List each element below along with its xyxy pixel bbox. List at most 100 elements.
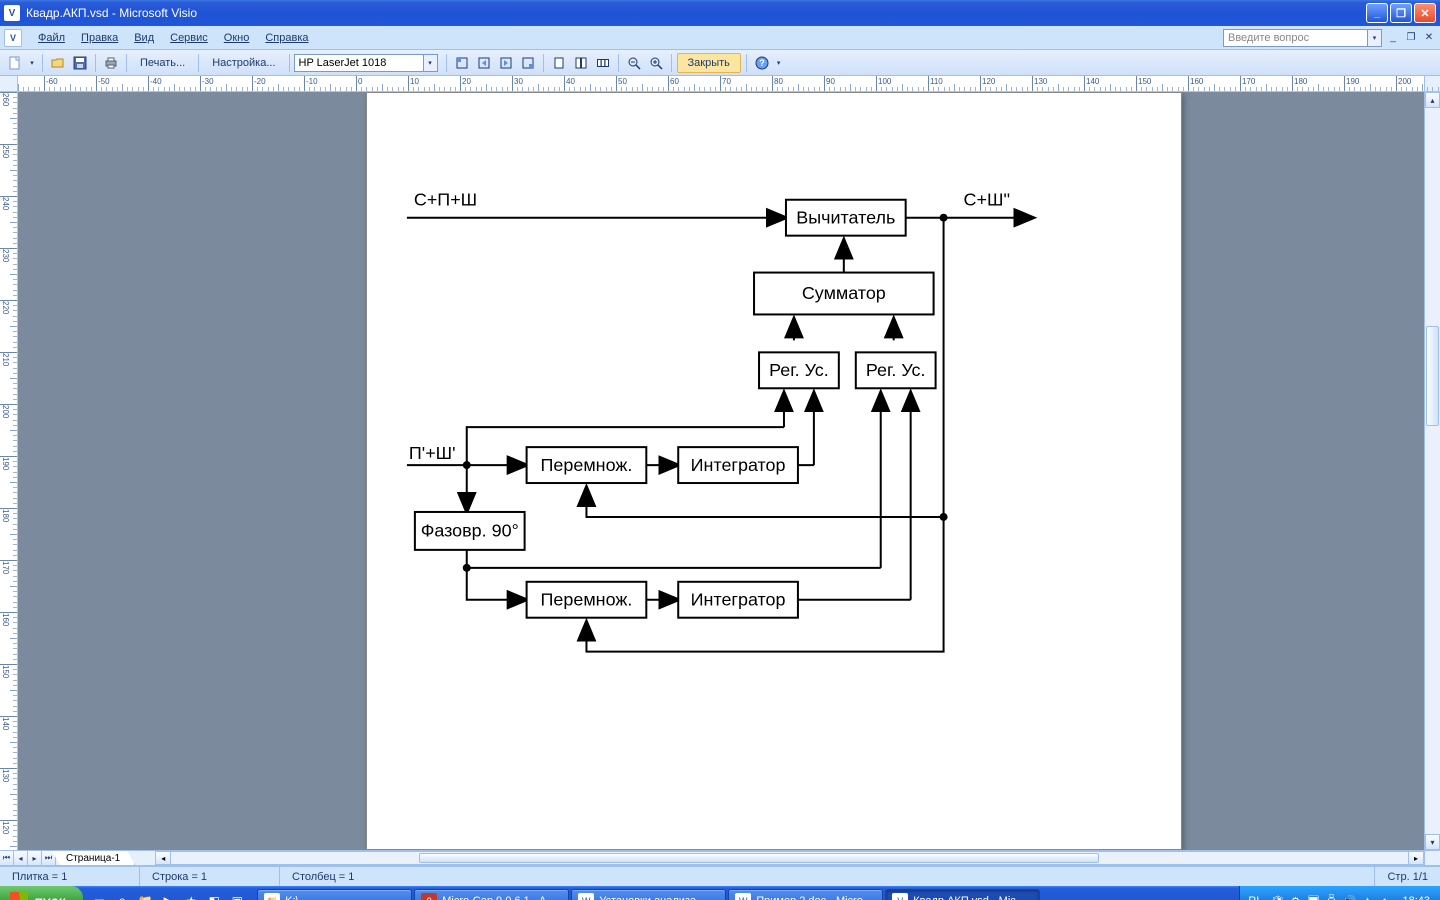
zoom-in-button[interactable] xyxy=(646,53,666,73)
open-button[interactable] xyxy=(48,53,68,73)
label-output-top: С+Ш'' xyxy=(964,190,1011,210)
label-input-mid: П'+Ш' xyxy=(409,443,456,463)
ql-media-icon[interactable]: ▶ xyxy=(158,890,178,900)
microcap-icon: 9 xyxy=(421,893,437,900)
tray-clock[interactable]: 18:43 xyxy=(1402,895,1430,900)
app-menu-icon[interactable]: V xyxy=(4,29,22,47)
doc-restore-button[interactable]: ❐ xyxy=(1404,31,1418,45)
tray-icon-2[interactable]: ⚙ xyxy=(1288,894,1302,900)
status-col: Столбец = 1 xyxy=(280,867,420,886)
close-button[interactable]: ✕ xyxy=(1414,3,1436,23)
scroll-up-icon[interactable]: ▴ xyxy=(1425,92,1440,108)
hscroll-thumb[interactable] xyxy=(419,853,1099,863)
block-multiplier-2: Перемнож. xyxy=(541,589,633,609)
tray-icon-3[interactable]: 🖥 xyxy=(1306,894,1320,900)
printer-select[interactable]: HP LaserJet 1018 xyxy=(294,54,424,72)
taskbar-tasks: 📁K:\ 9Micro-Cap 9.0.6.1 - A... WУстановк… xyxy=(253,889,1239,900)
tray-volume-icon[interactable]: 🔊 xyxy=(1342,894,1356,900)
setup-button[interactable]: Настройка... xyxy=(204,53,283,73)
canvas-area[interactable]: С+П+Ш Вычитатель С+Ш'' Сумматор Рег. Ус.… xyxy=(18,92,1440,850)
print-label-button[interactable]: Печать... xyxy=(132,53,193,73)
sheet-tab-1[interactable]: Страница-1 xyxy=(52,851,135,865)
scroll-right-icon[interactable]: ▸ xyxy=(1408,851,1424,865)
window-title: Квадр.АКП.vsd - Microsoft Visio xyxy=(26,6,1364,20)
hscroll-track[interactable] xyxy=(171,851,1408,865)
toolbar-options-icon[interactable]: ▾ xyxy=(774,53,784,73)
horizontal-ruler: -60-50-40-30-20-100102030405060708090100… xyxy=(18,76,1440,92)
vertical-scrollbar[interactable]: ▴ ▾ xyxy=(1424,92,1440,850)
last-tile-button[interactable] xyxy=(518,53,538,73)
print-button[interactable] xyxy=(101,53,121,73)
printer-dropdown-icon[interactable]: ▾ xyxy=(424,54,438,72)
menu-file[interactable]: Файл xyxy=(30,29,73,47)
single-tile-icon xyxy=(552,56,566,70)
first-tile-button[interactable] xyxy=(452,53,472,73)
ql-app3-icon[interactable]: ▣ xyxy=(227,890,247,900)
diagram: С+П+Ш Вычитатель С+Ш'' Сумматор Рег. Ус.… xyxy=(367,93,1181,833)
menu-view[interactable]: Вид xyxy=(126,29,162,47)
tray-icon-6[interactable]: ✦ xyxy=(1360,894,1374,900)
page[interactable]: С+П+Ш Вычитатель С+Ш'' Сумматор Рег. Ус.… xyxy=(366,92,1182,850)
tab-prev-icon[interactable]: ◂ xyxy=(14,851,28,865)
tray-icon-1[interactable]: 🛡 xyxy=(1270,894,1284,900)
doc-minimize-button[interactable]: _ xyxy=(1386,31,1400,45)
ask-question-box[interactable]: Введите вопрос xyxy=(1223,29,1368,47)
word-icon: W xyxy=(735,893,751,900)
block-multiplier-1: Перемнож. xyxy=(541,455,633,475)
new-dropdown-icon[interactable]: ▾ xyxy=(27,53,37,73)
block-regamp-1: Рег. Ус. xyxy=(769,360,829,380)
block-regamp-2: Рег. Ус. xyxy=(866,360,926,380)
tab-first-icon[interactable]: ⏮ xyxy=(0,851,14,865)
minimize-button[interactable]: _ xyxy=(1366,3,1388,23)
task-visio[interactable]: VКвадр.АКП.vsd - Mic... xyxy=(885,889,1040,900)
prev-tile-button[interactable] xyxy=(474,53,494,73)
vscroll-thumb[interactable] xyxy=(1426,326,1439,426)
tray-icon-4[interactable]: 🖧 xyxy=(1324,894,1338,900)
single-tile-button[interactable] xyxy=(549,53,569,73)
scroll-corner xyxy=(1424,851,1440,865)
maximize-button[interactable]: ❐ xyxy=(1390,3,1412,23)
new-button[interactable] xyxy=(5,53,25,73)
first-tile-icon xyxy=(455,56,469,70)
menu-edit[interactable]: Правка xyxy=(73,29,126,47)
ql-ie-icon[interactable]: e xyxy=(112,890,132,900)
tray-icon-7[interactable]: ◐ xyxy=(1378,894,1392,900)
folder-icon: 📁 xyxy=(264,893,280,900)
vertical-ruler: 2602502402302202102001901801701601501401… xyxy=(0,92,18,850)
status-page: Стр. 1/1 xyxy=(1374,867,1440,886)
menu-window[interactable]: Окно xyxy=(216,29,258,47)
horizontal-scrollbar[interactable]: ◂ ▸ xyxy=(155,851,1424,865)
status-row: Строка = 1 xyxy=(140,867,280,886)
help-button[interactable]: ? xyxy=(752,53,772,73)
vscroll-track[interactable] xyxy=(1425,108,1440,834)
whole-page-icon xyxy=(574,56,588,70)
ask-dropdown-icon[interactable]: ▾ xyxy=(1368,29,1382,47)
start-button[interactable]: пуск xyxy=(0,886,83,900)
svg-text:?: ? xyxy=(759,58,765,68)
scroll-left-icon[interactable]: ◂ xyxy=(155,851,171,865)
task-explorer[interactable]: 📁K:\ xyxy=(257,889,412,900)
ql-explorer-icon[interactable]: 📁 xyxy=(135,890,155,900)
task-doc2[interactable]: WПример 2.doc - Micro... xyxy=(728,889,883,900)
task-doc1[interactable]: WУстановки анализа ... xyxy=(571,889,726,900)
ql-show-desktop-icon[interactable]: ▭ xyxy=(89,890,109,900)
menu-help[interactable]: Справка xyxy=(257,29,316,47)
ql-app2-icon[interactable]: ◧ xyxy=(204,890,224,900)
whole-page-button[interactable] xyxy=(571,53,591,73)
menu-tools[interactable]: Сервис xyxy=(162,29,216,47)
label-input-top: С+П+Ш xyxy=(414,190,477,210)
lang-indicator[interactable]: RL xyxy=(1248,895,1262,900)
next-tile-icon xyxy=(499,56,513,70)
doc-close-button[interactable]: ✕ xyxy=(1422,31,1436,45)
zoom-out-button[interactable] xyxy=(624,53,644,73)
close-preview-button[interactable]: Закрыть xyxy=(677,53,741,73)
help-icon: ? xyxy=(755,56,769,70)
ql-app1-icon[interactable]: ★ xyxy=(181,890,201,900)
save-button[interactable] xyxy=(70,53,90,73)
tab-next-icon[interactable]: ▸ xyxy=(28,851,42,865)
word-icon: W xyxy=(578,893,594,900)
scroll-down-icon[interactable]: ▾ xyxy=(1425,834,1440,850)
next-tile-button[interactable] xyxy=(496,53,516,73)
task-microcap[interactable]: 9Micro-Cap 9.0.6.1 - A... xyxy=(414,889,569,900)
current-view-button[interactable] xyxy=(593,53,613,73)
